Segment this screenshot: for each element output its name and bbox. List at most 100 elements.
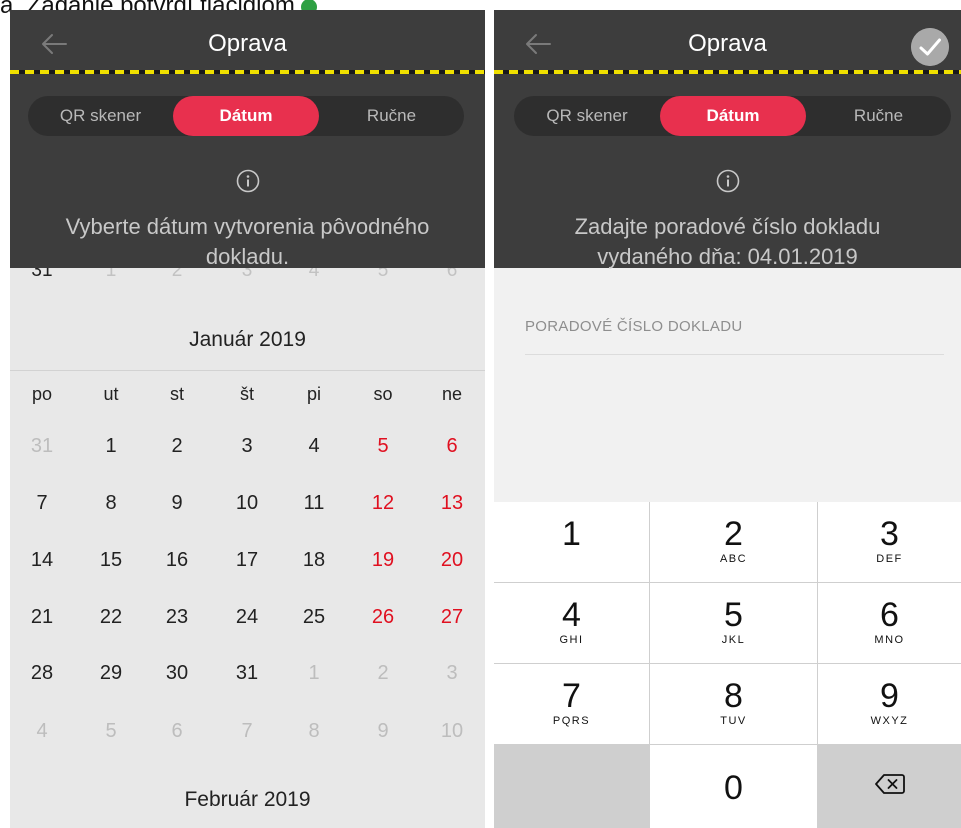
calendar-day[interactable]: 7 <box>12 492 72 515</box>
peek-day: 31 <box>31 268 53 281</box>
tab-rucne[interactable]: Ručne <box>319 96 464 136</box>
page-title: Oprava <box>688 30 767 57</box>
weekday-label: ne <box>441 384 463 404</box>
checkmark-icon[interactable] <box>911 28 949 66</box>
calendar-day[interactable]: 27 <box>422 606 482 629</box>
date-picker-screen: Oprava QR skener Dátum Ručne Vyberte dát… <box>10 10 485 828</box>
calendar-day[interactable]: 8 <box>81 492 141 515</box>
calendar-day[interactable]: 26 <box>353 606 413 629</box>
info-text: Vyberte dátum vytvorenia pôvodného dokla… <box>65 214 430 269</box>
key-digit: 7 <box>562 677 581 715</box>
backspace-icon <box>874 774 905 794</box>
backspace-key[interactable] <box>818 745 961 828</box>
calendar-day[interactable]: 29 <box>81 662 141 685</box>
key-8[interactable]: 8 TUV <box>650 664 817 744</box>
key-digit: 3 <box>880 515 899 553</box>
key-3[interactable]: 3 DEF <box>818 502 961 582</box>
calendar-day[interactable]: 13 <box>422 492 482 515</box>
info-panel: Vyberte dátum vytvorenia pôvodného dokla… <box>10 154 485 269</box>
tab-datum[interactable]: Dátum <box>660 96 806 136</box>
key-digit: 2 <box>724 515 743 553</box>
info-text-line: vydaného dňa: 04.01.2019 <box>597 244 858 269</box>
calendar-day-outside: 7 <box>241 720 253 742</box>
calendar-day[interactable]: 20 <box>422 549 482 572</box>
calendar-day-outside: 4 <box>36 720 48 742</box>
empty-key <box>494 745 649 828</box>
peek-day: 6 <box>446 268 458 281</box>
key-digit: 6 <box>880 596 899 634</box>
calendar-day[interactable]: 21 <box>12 606 72 629</box>
calendar-day[interactable]: 3 <box>217 435 277 458</box>
key-digit: 1 <box>562 515 581 553</box>
calendar-day-outside: 9 <box>377 720 389 742</box>
info-text-line: Zadajte poradové číslo dokladu <box>574 214 881 239</box>
calendar-day[interactable]: 2 <box>147 435 207 458</box>
document-number-input[interactable] <box>525 330 944 354</box>
weekday-label: pi <box>306 384 321 404</box>
key-0[interactable]: 0 <box>650 745 817 828</box>
calendar-day[interactable]: 4 <box>284 435 344 458</box>
weekday-label: so <box>373 384 393 404</box>
calendar-day[interactable]: 17 <box>217 549 277 572</box>
next-month-title: Február 2019 <box>184 788 311 811</box>
calendar-day-outside: 6 <box>171 720 183 742</box>
calendar-day[interactable]: 24 <box>217 606 277 629</box>
key-digit: 4 <box>562 596 581 634</box>
mode-bar: QR skener Dátum Ručne <box>494 74 961 154</box>
calendar-day[interactable]: 12 <box>353 492 413 515</box>
calendar-day-outside: 2 <box>377 662 389 684</box>
peek-day: 1 <box>105 268 117 281</box>
weekday-label: st <box>169 384 184 404</box>
key-letters: JKL <box>721 634 746 646</box>
key-letters: PQRS <box>552 715 591 727</box>
key-letters: TUV <box>720 715 747 727</box>
calendar-day[interactable]: 11 <box>284 492 344 515</box>
calendar-day[interactable]: 14 <box>12 549 72 572</box>
calendar-day[interactable]: 18 <box>284 549 344 572</box>
key-7[interactable]: 7 PQRS <box>494 664 649 744</box>
calendar-day-outside: 31 <box>30 435 54 457</box>
key-6[interactable]: 6 MNO <box>818 583 961 663</box>
peek-day: 4 <box>308 268 320 281</box>
key-1[interactable]: 1 <box>494 502 649 582</box>
key-5[interactable]: 5 JKL <box>650 583 817 663</box>
calendar-day[interactable]: 6 <box>422 435 482 458</box>
tab-datum[interactable]: Dátum <box>173 96 319 136</box>
key-letters: ABC <box>719 553 748 565</box>
key-2[interactable]: 2 ABC <box>650 502 817 582</box>
info-circle-icon <box>236 169 259 193</box>
peek-day: 3 <box>241 268 253 281</box>
page-title: Oprava <box>208 30 287 57</box>
calendar-day[interactable]: 9 <box>147 492 207 515</box>
key-letters: WXYZ <box>870 715 909 727</box>
weekday-label: ut <box>103 384 119 404</box>
calendar-day[interactable]: 16 <box>147 549 207 572</box>
calendar-day[interactable]: 31 <box>217 662 277 685</box>
calendar-day[interactable]: 19 <box>353 549 413 572</box>
key-letters: GHI <box>559 634 584 646</box>
info-circle-icon <box>716 169 739 193</box>
calendar-day[interactable]: 1 <box>81 435 141 458</box>
calendar-day-outside: 5 <box>105 720 117 742</box>
key-letters: MNO <box>874 634 905 646</box>
calendar-day[interactable]: 25 <box>284 606 344 629</box>
calendar-day[interactable]: 23 <box>147 606 207 629</box>
calendar-day[interactable]: 28 <box>12 662 72 685</box>
calendar-day[interactable]: 30 <box>147 662 207 685</box>
weekday-label: št <box>239 384 254 404</box>
key-9[interactable]: 9 WXYZ <box>818 664 961 744</box>
calendar-divider <box>10 370 485 371</box>
key-digit: 5 <box>724 596 743 634</box>
key-4[interactable]: 4 GHI <box>494 583 649 663</box>
tab-qr-skener[interactable]: QR skener <box>514 96 660 136</box>
tab-qr-skener[interactable]: QR skener <box>28 96 173 136</box>
key-digit: 8 <box>724 677 743 715</box>
mode-segmented-control: QR skener Dátum Ručne <box>514 96 951 136</box>
calendar-day[interactable]: 22 <box>81 606 141 629</box>
calendar-day-outside: 10 <box>440 720 464 742</box>
calendar-day[interactable]: 5 <box>353 435 413 458</box>
month-title: Január 2019 <box>189 328 306 351</box>
tab-rucne[interactable]: Ručne <box>806 96 951 136</box>
calendar-day[interactable]: 10 <box>217 492 277 515</box>
calendar-day[interactable]: 15 <box>81 549 141 572</box>
